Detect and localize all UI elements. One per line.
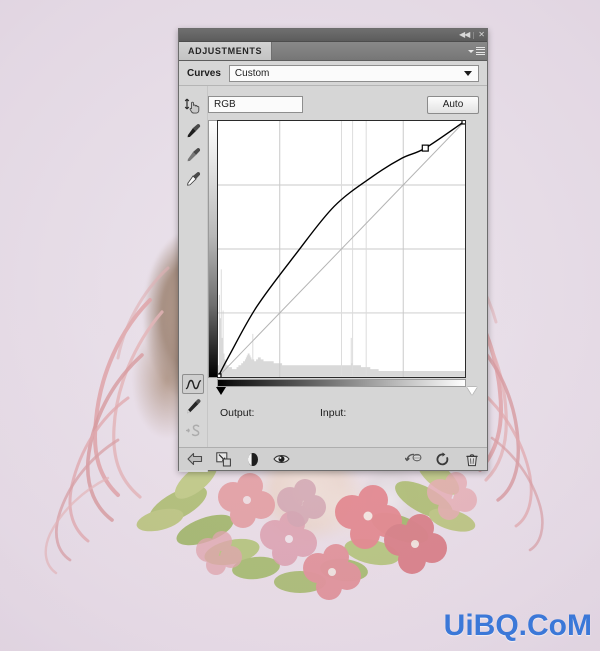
curves-plot[interactable] <box>217 120 466 378</box>
input-gradient-bar <box>217 379 466 387</box>
white-point-eyedropper-icon[interactable] <box>181 166 205 190</box>
smooth-curve-icon[interactable] <box>181 418 205 442</box>
adjustments-panel: ◀◀ ✕ ADJUSTMENTS Curves Custom RGB Auto … <box>178 28 488 472</box>
panel-menu-button[interactable] <box>465 42 487 60</box>
panel-body: RGB Auto Output: Input: <box>179 86 487 472</box>
close-icon[interactable]: ✕ <box>478 31 485 39</box>
input-readout: Input: <box>320 407 346 419</box>
tab-adjustments[interactable]: ADJUSTMENTS <box>179 42 273 60</box>
chevron-down-icon <box>467 49 474 53</box>
readout-row: Output: Input: <box>208 397 479 425</box>
curve-tool-icon[interactable] <box>182 374 204 394</box>
slider-marker-row <box>208 387 479 397</box>
curves-tool-column <box>179 86 208 472</box>
channel-select[interactable]: RGB <box>208 96 303 113</box>
pencil-tool-icon[interactable] <box>181 394 205 418</box>
shadow-slider-handle[interactable] <box>216 387 226 395</box>
output-readout: Output: <box>220 407 320 419</box>
auto-button[interactable]: Auto <box>427 95 479 114</box>
toggle-layer-visibility-icon[interactable] <box>244 451 261 468</box>
clip-to-layer-icon[interactable] <box>215 451 232 468</box>
site-watermark: UiBQ.CoM <box>443 609 592 642</box>
preset-select-value: Custom <box>234 67 270 79</box>
output-label: Output: <box>220 407 255 419</box>
panel-title-bar: ◀◀ ✕ <box>179 29 487 42</box>
panel-footer-toolbar <box>179 447 487 470</box>
titlebar-divider <box>473 31 475 39</box>
hamburger-icon <box>475 46 485 56</box>
preview-icon[interactable] <box>273 451 290 468</box>
curve-control-point[interactable] <box>218 373 222 377</box>
collapse-icon[interactable]: ◀◀ <box>459 31 470 39</box>
curves-label: Curves <box>187 67 221 79</box>
preset-select[interactable]: Custom <box>228 64 479 82</box>
previous-state-icon[interactable] <box>405 451 422 468</box>
channel-select-value: RGB <box>214 99 236 110</box>
curves-plot-svg[interactable] <box>218 121 465 377</box>
curve-control-point[interactable] <box>461 121 465 125</box>
on-image-adjustment-icon[interactable] <box>181 94 205 118</box>
highlight-slider-handle[interactable] <box>467 387 477 395</box>
input-gradient-row <box>208 379 479 387</box>
reset-icon[interactable] <box>434 451 451 468</box>
auto-button-label: Auto <box>442 99 464 110</box>
curves-graph-wrapper <box>208 120 479 378</box>
chevron-down-icon <box>464 71 472 76</box>
tab-adjustments-label: ADJUSTMENTS <box>188 46 263 56</box>
output-gradient-bar <box>208 120 217 378</box>
channel-row: RGB Auto <box>208 89 479 120</box>
curves-graph-column: RGB Auto Output: Input: <box>208 86 487 472</box>
black-point-eyedropper-icon[interactable] <box>181 118 205 142</box>
input-label: Input: <box>320 407 347 419</box>
return-icon[interactable] <box>186 451 203 468</box>
tab-bar-filler <box>272 42 465 60</box>
delete-icon[interactable] <box>463 451 480 468</box>
preset-row: Curves Custom <box>179 61 487 86</box>
gray-point-eyedropper-icon[interactable] <box>181 142 205 166</box>
panel-tab-bar: ADJUSTMENTS <box>179 42 487 61</box>
curve-control-point[interactable] <box>421 144 429 152</box>
gradient-spacer <box>208 379 217 387</box>
